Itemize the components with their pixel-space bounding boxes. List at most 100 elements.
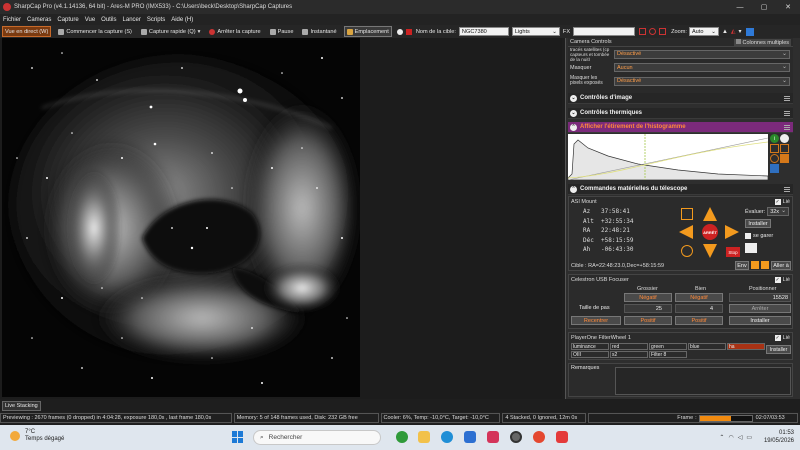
- histogram-header[interactable]: ⌃ Afficher l'étirement de l'histogramme: [568, 122, 793, 133]
- menu-outils[interactable]: Outils: [101, 17, 116, 23]
- pause-button[interactable]: Pause: [268, 26, 296, 37]
- target-crosshair-icon[interactable]: [681, 245, 693, 257]
- rate-select[interactable]: 32x: [767, 207, 790, 216]
- live-view-button[interactable]: Vue en direct (W): [2, 26, 52, 37]
- save-icon[interactable]: [770, 164, 779, 173]
- arrow-left-icon[interactable]: [679, 225, 693, 239]
- start-capture-button[interactable]: Commencer la capture (S): [56, 26, 134, 37]
- step-fine-input[interactable]: 4: [675, 304, 723, 313]
- mount-install-button[interactable]: Installer: [745, 219, 771, 228]
- filter-8[interactable]: Filter 8: [649, 351, 687, 358]
- anydesk-app-icon[interactable]: [556, 431, 568, 443]
- capture-image[interactable]: [2, 38, 360, 397]
- menu-capture[interactable]: Capture: [57, 17, 78, 23]
- overlay-icon[interactable]: [649, 28, 657, 35]
- fx-select[interactable]: [573, 27, 636, 36]
- spiral-icon[interactable]: [681, 208, 693, 220]
- menu-fichier[interactable]: Fichier: [3, 17, 21, 23]
- menu-icon[interactable]: [784, 110, 790, 116]
- chrome-browser-icon[interactable]: [533, 431, 545, 443]
- goto-button[interactable]: Aller à: [771, 261, 791, 270]
- menu-vue[interactable]: Vue: [85, 17, 95, 23]
- edge-browser-icon[interactable]: [441, 431, 453, 443]
- sharpcap-taskbar-icon[interactable]: [510, 431, 522, 443]
- arrow-right-icon[interactable]: [751, 261, 759, 269]
- crosshair-icon[interactable]: [639, 28, 647, 35]
- filterwheel-install-button[interactable]: Installer: [766, 345, 791, 354]
- filter-red[interactable]: red: [610, 343, 648, 350]
- filter-luminance[interactable]: luminance: [571, 343, 609, 350]
- arrow-down-icon[interactable]: [761, 261, 769, 269]
- arrow-up-icon[interactable]: [703, 207, 717, 221]
- live-stacking-tab[interactable]: Live Stacking: [2, 401, 41, 411]
- battery-icon[interactable]: ▭: [746, 434, 752, 441]
- fine-negative-button[interactable]: Négatif: [675, 293, 723, 302]
- info-icon[interactable]: i: [770, 134, 779, 143]
- satellite-select[interactable]: Désactivé: [614, 49, 790, 59]
- stop-capture-button[interactable]: Arrêter la capture: [207, 26, 262, 37]
- store-app-icon[interactable]: [464, 431, 476, 443]
- volume-icon[interactable]: ◁: [738, 434, 743, 441]
- thermal-controls-header[interactable]: ⌄ Contrôles thermiques: [568, 108, 793, 119]
- taskbar-search[interactable]: ⌕ Rechercher: [253, 430, 381, 445]
- telescope-header[interactable]: ⌃ Commandes matérielles du télescope: [568, 184, 793, 195]
- focuser-install-button[interactable]: Installer: [729, 316, 791, 325]
- menu-icon[interactable]: [784, 95, 790, 101]
- media-app-icon[interactable]: [487, 431, 499, 443]
- target-name-input[interactable]: NGC7380: [458, 27, 509, 36]
- menu-aide[interactable]: Aide (H): [171, 17, 193, 23]
- focuser-stop-button[interactable]: Arrêter: [729, 304, 791, 313]
- stretch-icon[interactable]: ▾: [739, 28, 742, 35]
- step-coarse-input[interactable]: 25: [624, 304, 672, 313]
- frame-type-select[interactable]: Lights ⌄: [511, 27, 560, 36]
- placement-button[interactable]: Emplacement: [343, 26, 392, 37]
- recenter-button[interactable]: Recentrer: [571, 316, 621, 325]
- filter-blue[interactable]: blue: [688, 343, 726, 350]
- minimize-button[interactable]: —: [728, 0, 752, 14]
- close-button[interactable]: ✕: [776, 0, 800, 14]
- color-tool-icon[interactable]: ◭: [731, 28, 736, 35]
- histogram-toolbar-icon[interactable]: ▲: [722, 29, 728, 35]
- env-button[interactable]: Env: [735, 261, 749, 270]
- coarse-negative-button[interactable]: Négatif: [624, 293, 672, 302]
- maximize-button[interactable]: ▢: [752, 0, 776, 14]
- filter-s2[interactable]: s2: [610, 351, 648, 358]
- stop-slew-button[interactable]: Stop: [726, 247, 740, 257]
- filter-green[interactable]: green: [649, 343, 687, 350]
- remarks-input[interactable]: [615, 367, 791, 395]
- exposed-pixels-select[interactable]: Désactivé: [614, 76, 790, 86]
- filter-oiii[interactable]: OIII: [571, 351, 609, 358]
- reset-icon[interactable]: [770, 154, 779, 163]
- image-controls-header[interactable]: ⌄ Contrôles d'image: [568, 93, 793, 104]
- fine-positive-button[interactable]: Positif: [675, 316, 723, 325]
- chevron-up-icon[interactable]: ⌃: [719, 434, 724, 441]
- menu-icon[interactable]: [784, 124, 790, 130]
- histogram-chart[interactable]: [568, 134, 768, 180]
- menu-cameras[interactable]: Cameras: [27, 17, 51, 23]
- snapshot-button[interactable]: Instantané: [300, 26, 338, 37]
- stop-mount-button[interactable]: ARRÊT: [702, 224, 718, 240]
- filterwheel-linked-toggle[interactable]: ✓ Lié: [774, 334, 790, 341]
- mount-linked-toggle[interactable]: ✓ Lié: [774, 198, 790, 205]
- arrow-down-icon[interactable]: [703, 244, 717, 258]
- brush-icon[interactable]: [745, 27, 754, 36]
- park-toggle[interactable]: se garer: [745, 233, 773, 239]
- arrow-right-icon[interactable]: [725, 225, 739, 239]
- mask-select[interactable]: Aucun: [614, 63, 790, 72]
- quick-capture-button[interactable]: Capture rapide (Q) ▾: [139, 26, 202, 37]
- focuser-linked-toggle[interactable]: ✓ Lié: [774, 276, 790, 283]
- contrast-icon[interactable]: [780, 134, 789, 143]
- grid-icon[interactable]: [659, 28, 667, 35]
- auto-stretch-icon[interactable]: [780, 144, 789, 153]
- position-icon[interactable]: [745, 243, 757, 253]
- clock[interactable]: 01:53 19/05/2026: [764, 429, 794, 445]
- zoom-select[interactable]: Auto ⌄: [688, 27, 719, 36]
- zoom-histogram-icon[interactable]: [770, 144, 779, 153]
- weather-widget[interactable]: 7°C Temps dégagé: [10, 429, 64, 443]
- menu-scripts[interactable]: Scripts: [147, 17, 165, 23]
- filter-ha[interactable]: ha: [727, 343, 765, 350]
- xbox-app-icon[interactable]: [396, 431, 408, 443]
- menu-lancer[interactable]: Lancer: [123, 17, 141, 23]
- lock-icon[interactable]: [780, 154, 789, 163]
- windows-start-icon[interactable]: [232, 431, 244, 443]
